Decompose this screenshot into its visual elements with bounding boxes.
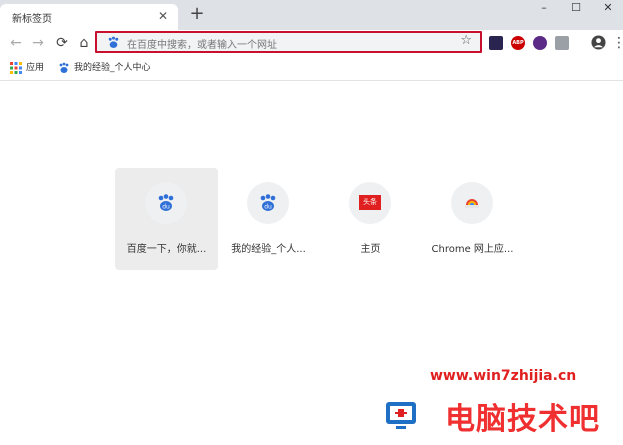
- adblock-plus-icon[interactable]: ABP: [511, 36, 525, 50]
- tile-icon-circle: du: [145, 182, 187, 224]
- account-icon[interactable]: [591, 35, 606, 50]
- tile-my-experience[interactable]: du 我的经验_个人...: [217, 168, 320, 270]
- address-placeholder: 在百度中搜索，或者输入一个网址: [127, 40, 277, 51]
- svg-text:du: du: [264, 204, 272, 211]
- toutiao-icon: 头条: [359, 195, 381, 210]
- baidu-paw-icon: du: [260, 194, 276, 211]
- tile-baidu[interactable]: du 百度一下，你就...: [115, 168, 218, 270]
- most-visited-tiles: du 百度一下，你就... du 我的经验_个人... 头条 主页 Chrome…: [0, 168, 623, 272]
- tab-title: 新标签页: [12, 14, 52, 25]
- extension-puzzle-icon[interactable]: [489, 36, 503, 50]
- svg-text:du: du: [162, 204, 170, 211]
- reload-icon[interactable]: ⟳: [52, 33, 72, 53]
- tile-label: 主页: [360, 244, 381, 255]
- baidu-paw-icon: du: [158, 194, 174, 211]
- menu-kebab-icon[interactable]: ⋮: [612, 33, 623, 53]
- window-close-icon[interactable]: ✕: [592, 0, 623, 18]
- extension-gray-icon[interactable]: [555, 36, 569, 50]
- tile-homepage[interactable]: 头条 主页: [319, 168, 422, 270]
- bookmarks-bar: 应用 我的经验_个人中心: [0, 56, 623, 81]
- tab-new-tab[interactable]: 新标签页 ✕: [0, 4, 178, 30]
- bookmark-star-icon[interactable]: ☆: [460, 33, 472, 48]
- bookmark-apps[interactable]: 应用: [10, 60, 50, 76]
- home-icon[interactable]: ⌂: [74, 33, 94, 53]
- maximize-icon[interactable]: ☐: [560, 0, 592, 18]
- tile-chrome-webstore[interactable]: Chrome 网上应...: [421, 168, 524, 270]
- tile-icon-circle: [451, 182, 493, 224]
- extension-purple-icon[interactable]: [533, 36, 547, 50]
- close-icon[interactable]: ✕: [154, 7, 172, 25]
- minimize-icon[interactable]: –: [528, 0, 560, 18]
- watermark-brand: 电脑技术吧: [445, 402, 600, 437]
- tile-label: 我的经验_个人...: [231, 244, 306, 255]
- bookmark-label: 应用: [26, 63, 45, 73]
- baidu-paw-icon: [59, 62, 69, 73]
- back-icon[interactable]: ←: [6, 33, 26, 53]
- toolbar: ← → ⟳ ⌂ 在百度中搜索，或者输入一个网址 ☆ ABP ⋮: [0, 30, 623, 56]
- chrome-webstore-icon: [465, 199, 479, 208]
- apps-grid-icon: [10, 62, 22, 74]
- forward-icon[interactable]: →: [28, 33, 48, 53]
- watermark-url: www.win7zhijia.cn: [430, 368, 577, 384]
- tab-strip: 新标签页 ✕ + – ☐ ✕: [0, 0, 623, 30]
- tile-label: Chrome 网上应...: [431, 244, 514, 255]
- tile-icon-circle: du: [247, 182, 289, 224]
- tile-icon-circle: 头条: [349, 182, 391, 224]
- watermark-logo-icon: [386, 402, 416, 429]
- tile-label: 百度一下，你就...: [126, 244, 207, 255]
- new-tab-plus-icon[interactable]: +: [186, 4, 208, 26]
- address-bar[interactable]: 在百度中搜索，或者输入一个网址 ☆: [95, 31, 482, 53]
- baidu-paw-icon: [108, 36, 119, 48]
- bookmark-label: 我的经验_个人中心: [74, 63, 151, 73]
- bookmark-my-experience[interactable]: 我的经验_个人中心: [58, 60, 188, 76]
